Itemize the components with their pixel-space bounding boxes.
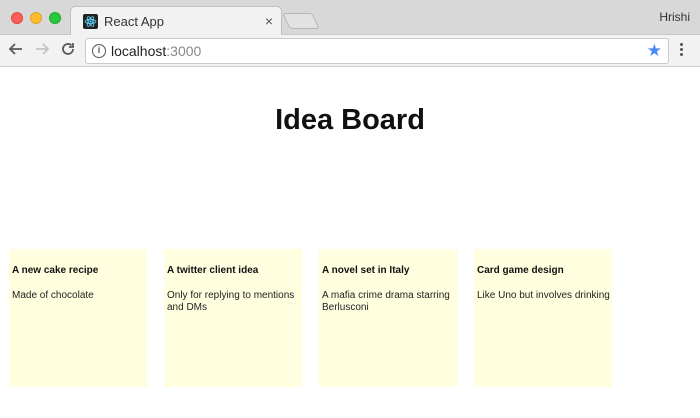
idea-card: A new cake recipe Made of chocolate — [9, 249, 147, 387]
back-arrow-icon[interactable] — [6, 41, 26, 61]
url-port: :3000 — [166, 43, 202, 59]
page-content: Idea Board A new cake recipe Made of cho… — [0, 68, 700, 418]
tab-react-app[interactable]: React App × — [70, 6, 282, 36]
url-host: localhost — [111, 43, 167, 59]
forward-arrow-icon[interactable] — [32, 41, 52, 61]
idea-body: Made of chocolate — [12, 290, 94, 301]
tab-strip: React App × Hrishi — [0, 0, 700, 36]
url-text[interactable]: localhost:3000 — [111, 43, 201, 59]
idea-body: Like Uno but involves drinking — [477, 290, 610, 301]
window-minimize-button[interactable] — [30, 12, 42, 24]
tab-title: React App — [104, 14, 164, 29]
idea-body: Only for replying to mentions and DMs — [167, 290, 295, 313]
close-icon[interactable]: × — [265, 13, 273, 29]
browser-toolbar: i localhost:3000 ★ — [0, 35, 700, 67]
idea-card: A twitter client idea Only for replying … — [164, 249, 302, 387]
idea-card: Card game design Like Uno but involves d… — [474, 249, 612, 387]
idea-title: Card game design — [477, 265, 564, 276]
idea-card: A novel set in Italy A mafia crime drama… — [319, 249, 457, 387]
reload-icon[interactable] — [58, 41, 78, 61]
browser-window: React App × Hrishi i localhost:3000 ★ Id… — [0, 0, 700, 418]
star-icon[interactable]: ★ — [647, 41, 662, 61]
react-favicon-icon — [83, 14, 98, 29]
idea-title: A twitter client idea — [167, 265, 259, 276]
window-maximize-button[interactable] — [49, 12, 61, 24]
idea-body: A mafia crime drama starring Berlusconi — [322, 290, 450, 313]
new-tab-button[interactable] — [282, 13, 320, 29]
idea-title: A novel set in Italy — [322, 265, 410, 276]
address-bar[interactable]: i localhost:3000 ★ — [85, 38, 669, 64]
page-title: Idea Board — [275, 104, 425, 136]
window-close-button[interactable] — [11, 12, 23, 24]
idea-title: A new cake recipe — [12, 265, 99, 276]
profile-name[interactable]: Hrishi — [659, 10, 690, 24]
menu-dots-icon[interactable] — [680, 43, 684, 59]
info-icon[interactable]: i — [92, 44, 106, 58]
